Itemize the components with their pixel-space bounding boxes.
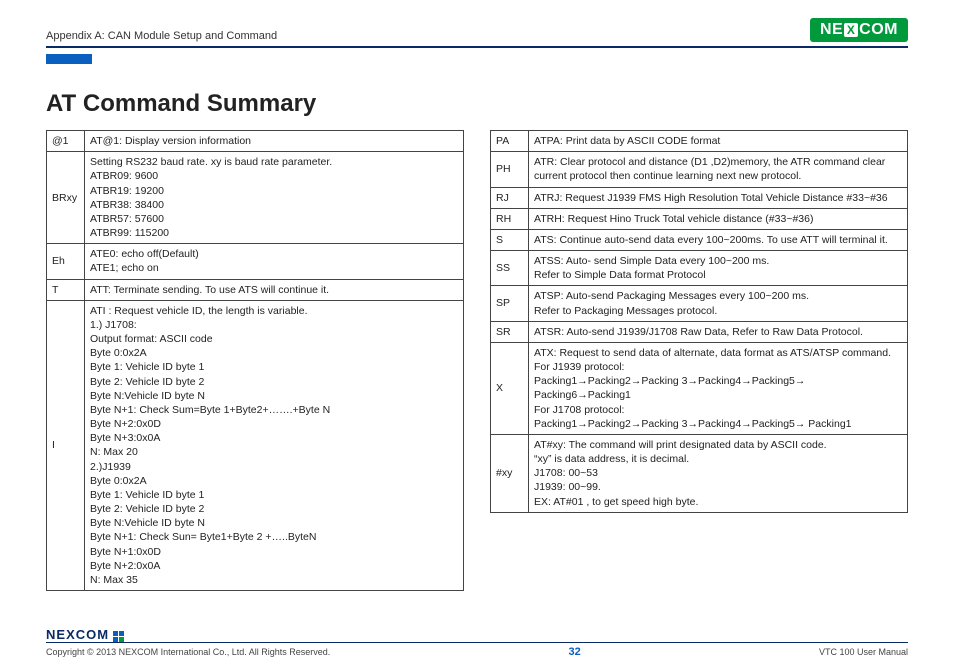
- cmd-desc: ATI : Request vehicle ID, the length is …: [85, 300, 464, 590]
- appendix-title: Appendix A: CAN Module Setup and Command: [46, 30, 277, 42]
- logo-text-post: COM: [859, 21, 898, 39]
- footer-squares-icon: [113, 631, 125, 642]
- cmd-desc: ATSR: Auto-send J1939/J1708 Raw Data, Re…: [529, 321, 908, 342]
- table-row: EhATE0: echo off(Default) ATE1; echo on: [47, 244, 464, 279]
- cmd-desc: ATRH: Request Hino Truck Total vehicle d…: [529, 208, 908, 229]
- footer-rule: [46, 642, 908, 643]
- cmd-key: T: [47, 279, 85, 300]
- cmd-desc: ATSP: Auto-send Packaging Messages every…: [529, 286, 908, 321]
- table-row: TATT: Terminate sending. To use ATS will…: [47, 279, 464, 300]
- table-row: SATS: Continue auto-send data every 100~…: [491, 229, 908, 250]
- cmd-desc: AT#xy: The command will print designated…: [529, 434, 908, 512]
- logo-text-pre: NE: [820, 21, 843, 39]
- header-tab-stub: [46, 54, 92, 64]
- table-row: IATI : Request vehicle ID, the length is…: [47, 300, 464, 590]
- cmd-key: SS: [491, 251, 529, 286]
- cmd-key: RH: [491, 208, 529, 229]
- cmd-desc: ATSS: Auto- send Simple Data every 100~2…: [529, 251, 908, 286]
- cmd-desc: ATRJ: Request J1939 FMS High Resolution …: [529, 187, 908, 208]
- cmd-key: Eh: [47, 244, 85, 279]
- logo-x-icon: X: [844, 23, 858, 37]
- page-title: AT Command Summary: [46, 90, 908, 118]
- cmd-key: BRxy: [47, 152, 85, 244]
- cmd-desc: AT@1: Display version information: [85, 131, 464, 152]
- table-row: SPATSP: Auto-send Packaging Messages eve…: [491, 286, 908, 321]
- table-row: SRATSR: Auto-send J1939/J1708 Raw Data, …: [491, 321, 908, 342]
- cmd-key: #xy: [491, 434, 529, 512]
- table-row: #xyAT#xy: The command will print designa…: [491, 434, 908, 512]
- cmd-key: PA: [491, 131, 529, 152]
- table-row: RHATRH: Request Hino Truck Total vehicle…: [491, 208, 908, 229]
- table-row: PHATR: Clear protocol and distance (D1 ,…: [491, 152, 908, 187]
- copyright-text: Copyright © 2013 NEXCOM International Co…: [46, 647, 330, 657]
- table-row: BRxySetting RS232 baud rate. xy is baud …: [47, 152, 464, 244]
- right-command-table: PAATPA: Print data by ASCII CODE formatP…: [490, 130, 908, 513]
- cmd-key: X: [491, 342, 529, 434]
- page-number: 32: [568, 646, 580, 658]
- cmd-desc: Setting RS232 baud rate. xy is baud rate…: [85, 152, 464, 244]
- cmd-key: PH: [491, 152, 529, 187]
- table-row: SSATSS: Auto- send Simple Data every 100…: [491, 251, 908, 286]
- table-row: RJATRJ: Request J1939 FMS High Resolutio…: [491, 187, 908, 208]
- cmd-key: @1: [47, 131, 85, 152]
- cmd-desc: ATPA: Print data by ASCII CODE format: [529, 131, 908, 152]
- cmd-key: S: [491, 229, 529, 250]
- footer-logo-post: COM: [76, 627, 109, 642]
- doc-name: VTC 100 User Manual: [819, 647, 908, 657]
- header-rule: [46, 46, 908, 48]
- cmd-key: I: [47, 300, 85, 590]
- cmd-desc: ATS: Continue auto-send data every 100~2…: [529, 229, 908, 250]
- table-row: XATX: Request to send data of alternate,…: [491, 342, 908, 434]
- cmd-desc: ATT: Terminate sending. To use ATS will …: [85, 279, 464, 300]
- table-row: PAATPA: Print data by ASCII CODE format: [491, 131, 908, 152]
- cmd-desc: ATX: Request to send data of alternate, …: [529, 342, 908, 434]
- cmd-key: SR: [491, 321, 529, 342]
- left-command-table: @1AT@1: Display version informationBRxyS…: [46, 130, 464, 591]
- footer-logo: NEXCOM: [46, 627, 109, 642]
- nexcom-logo: NE X COM: [810, 18, 908, 42]
- footer-logo-pre: NE: [46, 627, 66, 642]
- page-footer: NEXCOM Copyright © 2013 NEXCOM Internati…: [46, 627, 908, 658]
- footer-logo-x-icon: X: [66, 627, 76, 642]
- table-row: @1AT@1: Display version information: [47, 131, 464, 152]
- cmd-key: RJ: [491, 187, 529, 208]
- cmd-desc: ATR: Clear protocol and distance (D1 ,D2…: [529, 152, 908, 187]
- cmd-key: SP: [491, 286, 529, 321]
- cmd-desc: ATE0: echo off(Default) ATE1; echo on: [85, 244, 464, 279]
